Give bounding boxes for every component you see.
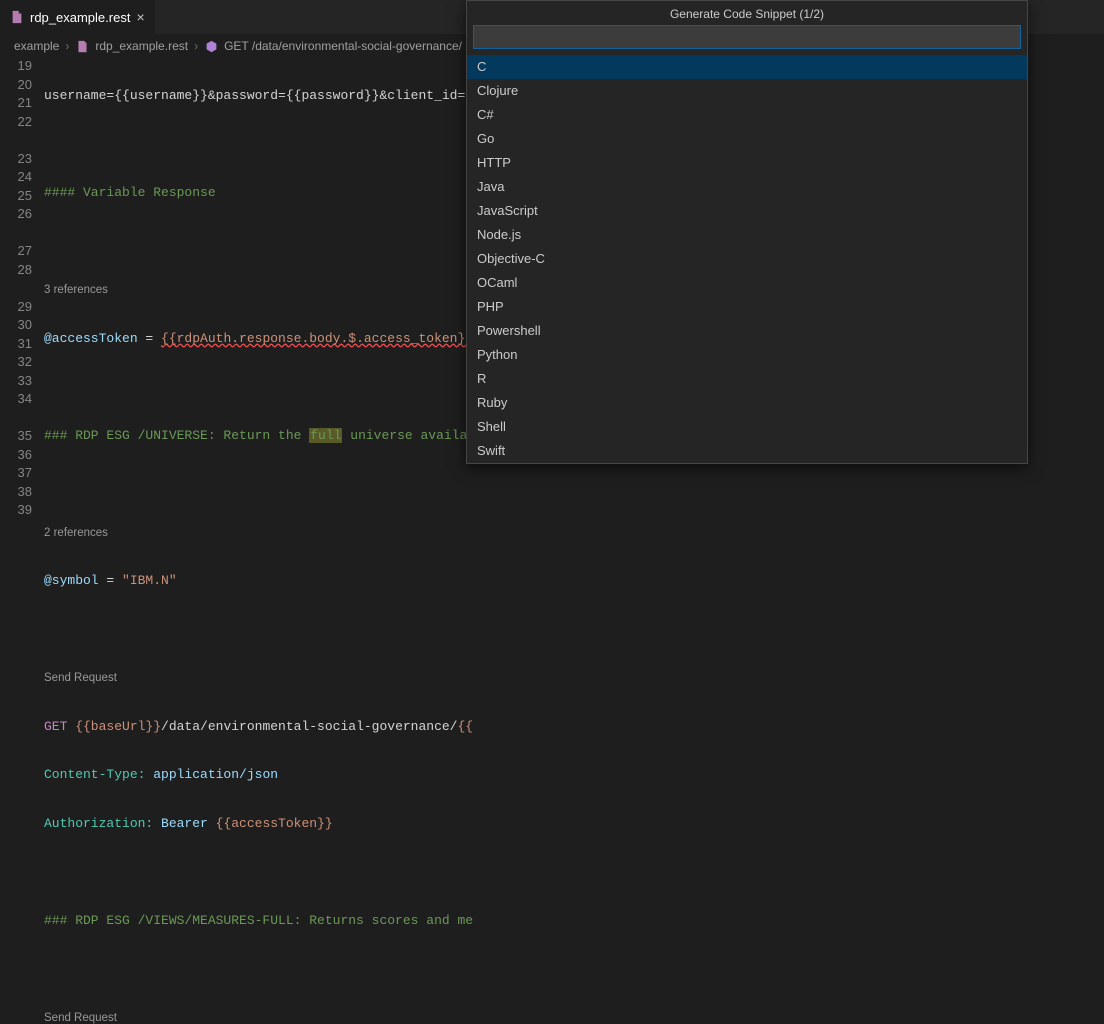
http-method: GET xyxy=(44,719,67,734)
code-comment: ### RDP ESG /UNIVERSE: Return the xyxy=(44,428,309,443)
code-text: username={{username}}&password={{passwor… xyxy=(44,88,473,103)
palette-item[interactable]: OCaml xyxy=(467,271,1027,295)
http-header: Content-Type: xyxy=(44,767,145,782)
palette-item[interactable]: Node.js xyxy=(467,223,1027,247)
tab-label: rdp_example.rest xyxy=(30,10,130,25)
file-icon xyxy=(75,39,89,53)
palette-item[interactable]: Python xyxy=(467,343,1027,367)
codelens-references[interactable]: 3 references xyxy=(44,284,108,296)
codelens-send-request[interactable]: Send Request xyxy=(44,672,117,684)
code-var: @accessToken xyxy=(44,331,138,346)
codelens-references[interactable]: 2 references xyxy=(44,527,108,539)
file-icon xyxy=(10,10,24,24)
palette-item[interactable]: Swift xyxy=(467,439,1027,463)
palette-item[interactable]: Objective-C xyxy=(467,247,1027,271)
palette-title: Generate Code Snippet (1/2) xyxy=(467,1,1027,25)
breadcrumb-seg[interactable]: rdp_example.rest xyxy=(95,39,188,53)
palette-item[interactable]: R xyxy=(467,367,1027,391)
code-comment: ### RDP ESG /VIEWS/MEASURES-FULL: Return… xyxy=(44,913,473,928)
palette-item[interactable]: Clojure xyxy=(467,79,1027,103)
palette-input[interactable] xyxy=(473,25,1021,49)
palette-item[interactable]: PHP xyxy=(467,295,1027,319)
close-icon[interactable]: × xyxy=(136,9,144,25)
line-gutter: 1920212223242526272829303132333435363738… xyxy=(0,57,44,512)
palette-item[interactable]: JavaScript xyxy=(467,199,1027,223)
code-var: @symbol xyxy=(44,573,99,588)
method-icon xyxy=(204,39,218,53)
code-comment: #### Variable Response xyxy=(44,185,216,200)
palette-item[interactable]: C# xyxy=(467,103,1027,127)
palette-item[interactable]: Shell xyxy=(467,415,1027,439)
palette-list: CClojureC#GoHTTPJavaJavaScriptNode.jsObj… xyxy=(467,55,1027,463)
palette-item[interactable]: Ruby xyxy=(467,391,1027,415)
palette-item[interactable]: HTTP xyxy=(467,151,1027,175)
tab-rdp-example[interactable]: rdp_example.rest × xyxy=(0,0,156,34)
chevron-right-icon: › xyxy=(65,39,69,53)
breadcrumb-seg[interactable]: GET /data/environmental-social-governanc… xyxy=(224,39,462,53)
breadcrumb-seg[interactable]: example xyxy=(14,39,59,53)
palette-item[interactable]: Go xyxy=(467,127,1027,151)
palette-item[interactable]: C xyxy=(467,55,1027,79)
command-palette: Generate Code Snippet (1/2) CClojureC#Go… xyxy=(466,0,1028,464)
chevron-right-icon: › xyxy=(194,39,198,53)
palette-item[interactable]: Java xyxy=(467,175,1027,199)
palette-item[interactable]: Powershell xyxy=(467,319,1027,343)
code-value-error: {{rdpAuth.response.body.$.access_token}} xyxy=(161,331,473,346)
http-header: Authorization: xyxy=(44,816,153,831)
codelens-send-request[interactable]: Send Request xyxy=(44,1012,117,1024)
